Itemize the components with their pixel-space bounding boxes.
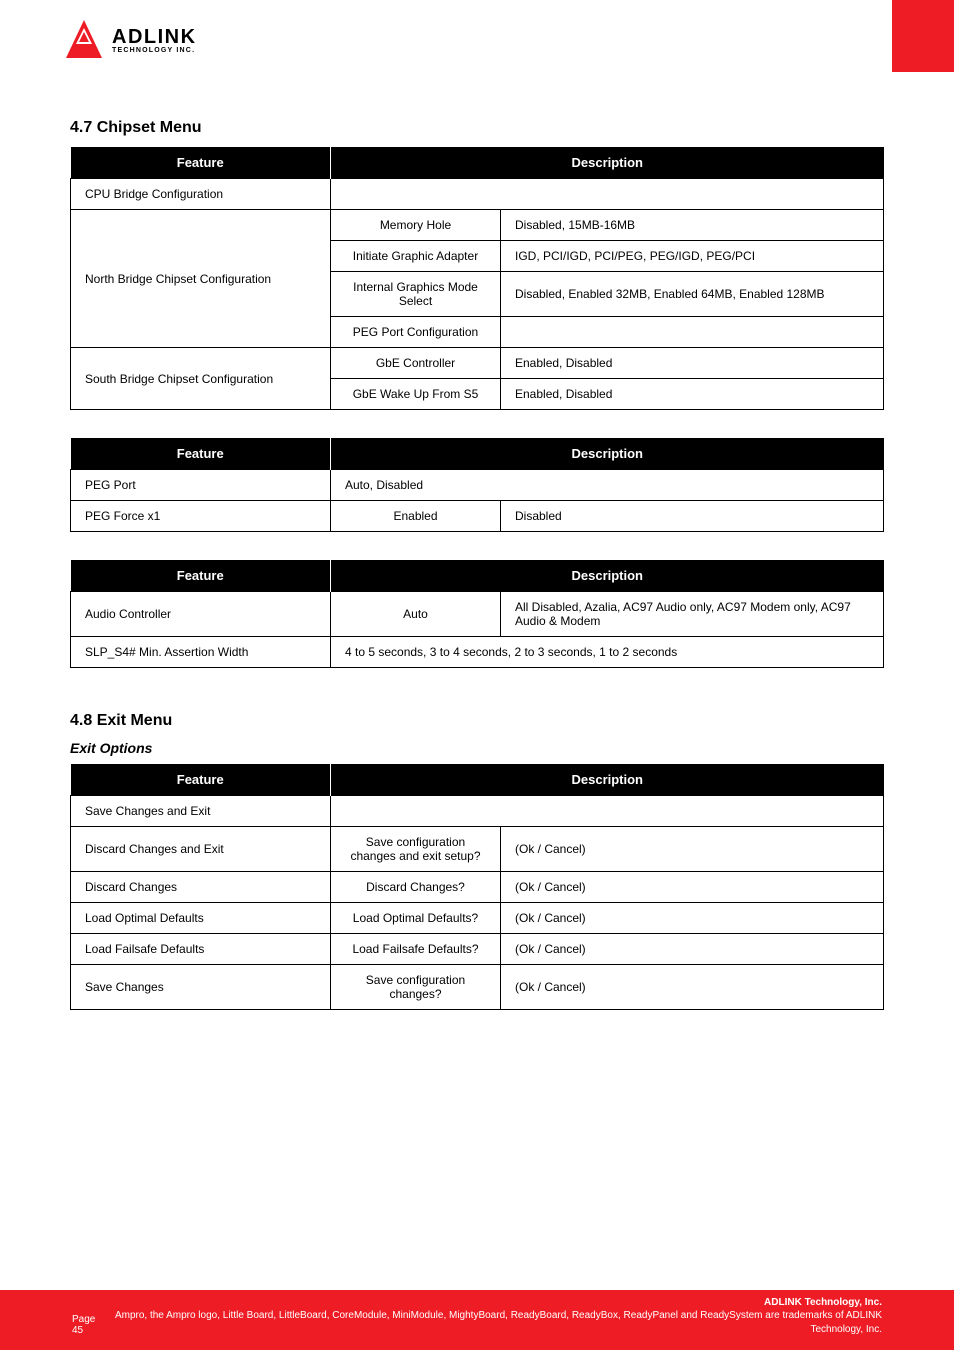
- audio-table: Feature Description Audio Controller Aut…: [70, 560, 884, 668]
- th-feature: Feature: [71, 560, 331, 592]
- page-footer: Page 45 ADLINK Technology, Inc. Ampro, t…: [0, 1290, 954, 1350]
- th-description: Description: [331, 560, 884, 592]
- table-row: Save Changes and Exit: [71, 796, 884, 827]
- th-feature: Feature: [71, 764, 331, 796]
- th-feature: Feature: [71, 147, 331, 179]
- table-row: North Bridge Chipset Configuration Memor…: [71, 210, 884, 241]
- table-row: Discard Changes Discard Changes? (Ok / C…: [71, 872, 884, 903]
- page-content: 4.7 Chipset Menu Feature Description CPU…: [70, 95, 884, 1010]
- table-row: PEG Force x1 Enabled Disabled: [71, 501, 884, 532]
- table-row: SLP_S4# Min. Assertion Width 4 to 5 seco…: [71, 637, 884, 668]
- peg-table: Feature Description PEG Port Auto, Disab…: [70, 438, 884, 532]
- table-row: Load Optimal Defaults Load Optimal Defau…: [71, 903, 884, 934]
- table-row: PEG Port Auto, Disabled: [71, 470, 884, 501]
- th-description: Description: [331, 764, 884, 796]
- table-row: Save Changes Save configuration changes?…: [71, 965, 884, 1010]
- corner-tab: [892, 0, 954, 72]
- table-row: Discard Changes and Exit Save configurat…: [71, 827, 884, 872]
- page-number: Page 45: [72, 1314, 106, 1336]
- table-row: South Bridge Chipset Configuration GbE C…: [71, 348, 884, 379]
- table-row: Audio Controller Auto All Disabled, Azal…: [71, 592, 884, 637]
- footer-legal: ADLINK Technology, Inc. Ampro, the Ampro…: [106, 1290, 882, 1337]
- logo-brand-text: ADLINK: [112, 27, 197, 47]
- section-chipset-title: 4.7 Chipset Menu: [70, 119, 884, 137]
- th-description: Description: [331, 438, 884, 470]
- footer-company: ADLINK Technology, Inc.: [106, 1290, 882, 1310]
- exit-table: Feature Description Save Changes and Exi…: [70, 764, 884, 1010]
- table-row: CPU Bridge Configuration: [71, 179, 884, 210]
- section-exit-title: 4.8 Exit Menu: [70, 712, 884, 730]
- logo-sub-text: TECHNOLOGY INC.: [112, 47, 197, 54]
- th-feature: Feature: [71, 438, 331, 470]
- adlink-triangle-icon: [62, 18, 106, 62]
- table-row: Load Failsafe Defaults Load Failsafe Def…: [71, 934, 884, 965]
- brand-logo: ADLINK TECHNOLOGY INC.: [62, 18, 197, 62]
- section-exit-sub: Exit Options: [70, 740, 884, 756]
- th-description: Description: [331, 147, 884, 179]
- footer-trademarks: Ampro, the Ampro logo, Little Board, Lit…: [106, 1309, 882, 1336]
- chipset-table: Feature Description CPU Bridge Configura…: [70, 147, 884, 410]
